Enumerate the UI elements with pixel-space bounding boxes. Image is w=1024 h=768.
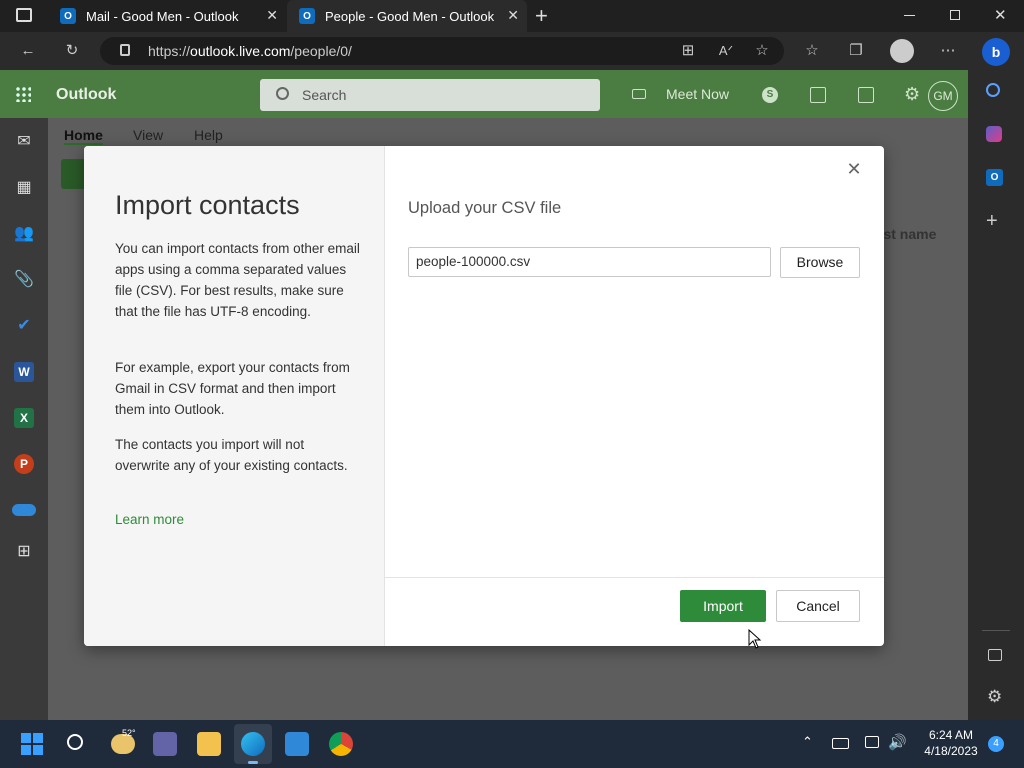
tab-actions-icon[interactable]: [16, 8, 32, 22]
add-favorite-icon[interactable]: ☆: [752, 41, 772, 61]
close-dialog-icon[interactable]: ✕: [845, 160, 863, 178]
store-icon[interactable]: [285, 732, 309, 756]
dialog-title: Import contacts: [115, 190, 300, 220]
tab-people-label: People - Good Men - Outlook: [325, 8, 495, 24]
info-paragraph-3: The contacts you import will not overwri…: [115, 437, 348, 473]
app-available-icon[interactable]: ⊞: [678, 41, 698, 61]
clock-time: 6:24 AM: [928, 728, 974, 742]
start-icon[interactable]: [21, 733, 43, 755]
url-prefix: https://: [148, 43, 191, 59]
settings-icon[interactable]: ⚙: [987, 687, 1002, 707]
bing-icon[interactable]: b: [982, 38, 1010, 66]
new-tab-button[interactable]: +: [535, 3, 548, 29]
search-placeholder: Search: [302, 87, 347, 103]
outlook-search-input[interactable]: Search: [260, 79, 600, 111]
add-sidebar-icon[interactable]: +: [986, 210, 998, 233]
back-icon[interactable]: ←: [18, 41, 38, 61]
column-header-first-name[interactable]: rst name: [878, 226, 936, 242]
people-icon[interactable]: 👥: [14, 224, 34, 244]
search-icon[interactable]: [67, 734, 83, 750]
close-tab-icon[interactable]: ✕: [507, 7, 519, 24]
outlook-favicon-icon: O: [60, 8, 76, 24]
profile-avatar-icon[interactable]: [890, 39, 914, 63]
onedrive-icon[interactable]: [12, 504, 36, 516]
url-host: outlook.live.com: [190, 43, 291, 59]
lock-icon: [120, 44, 130, 56]
app-launcher-icon[interactable]: [15, 86, 31, 102]
minimize-icon[interactable]: [904, 15, 915, 16]
tab-mail[interactable]: O Mail - Good Men - Outlook ✕: [48, 0, 286, 32]
more-options-icon[interactable]: ⋯: [938, 41, 958, 61]
read-aloud-icon[interactable]: Aᐟ: [716, 41, 736, 61]
import-contacts-dialog: Import contacts You can import contacts …: [84, 146, 884, 646]
copilot-icon[interactable]: [986, 126, 1002, 142]
dialog-info-panel: Import contacts You can import contacts …: [84, 146, 385, 646]
mouse-cursor-icon: [748, 629, 762, 649]
windows-taskbar: 52° ⌃ 🔊 4: [0, 720, 1024, 768]
chrome-icon[interactable]: [329, 732, 353, 756]
show-hidden-icons-icon[interactable]: ⌃: [802, 734, 813, 750]
restore-icon[interactable]: [950, 10, 960, 20]
ribbon-tab-help[interactable]: Help: [194, 127, 223, 143]
mail-icon[interactable]: ✉: [14, 132, 34, 152]
tab-people[interactable]: O People - Good Men - Outlook ✕: [287, 0, 527, 32]
tab-mail-label: Mail - Good Men - Outlook: [86, 8, 239, 24]
account-avatar[interactable]: GM: [928, 81, 958, 111]
video-icon[interactable]: [632, 89, 646, 99]
search-icon[interactable]: [986, 83, 1000, 97]
info-paragraph-2: For example, export your contacts from G…: [115, 360, 350, 417]
outlook-app-rail: ✉ ▦ 👥 📎 ✔ W X P ⊞: [0, 118, 48, 720]
calendar-icon[interactable]: ▦: [14, 178, 34, 198]
upload-title: Upload your CSV file: [408, 199, 562, 217]
outlook-app-name[interactable]: Outlook: [56, 86, 116, 104]
skype-icon[interactable]: S: [762, 87, 778, 103]
footer-divider: [385, 577, 884, 578]
volume-icon[interactable]: 🔊: [888, 733, 907, 751]
favorites-icon[interactable]: ☆: [802, 41, 822, 61]
info-paragraph-1: You can import contacts from other email…: [115, 241, 360, 319]
word-icon[interactable]: W: [14, 362, 34, 382]
todo-icon[interactable]: ✔: [14, 316, 34, 336]
hide-sidebar-icon[interactable]: [988, 649, 1002, 661]
weather-temp: 52°: [122, 728, 136, 738]
ribbon-tab-home[interactable]: Home: [64, 127, 103, 145]
system-clock[interactable]: 6:24 AM 4/18/2023: [916, 727, 986, 759]
import-button[interactable]: Import: [680, 590, 766, 622]
my-day-icon[interactable]: [858, 87, 874, 103]
network-icon[interactable]: [865, 736, 879, 748]
notification-badge[interactable]: 4: [988, 736, 1004, 752]
excel-icon[interactable]: X: [14, 408, 34, 428]
office-icon[interactable]: [810, 87, 826, 103]
clock-date: 4/18/2023: [924, 744, 978, 758]
ribbon-tab-view[interactable]: View: [133, 127, 163, 143]
more-apps-icon[interactable]: ⊞: [14, 542, 34, 562]
outlook-sidebar-icon[interactable]: O: [986, 169, 1003, 186]
browser-tab-bar: O Mail - Good Men - Outlook ✕ O People -…: [0, 0, 1024, 32]
url-path: /people/0/: [290, 43, 352, 59]
close-window-icon[interactable]: ✕: [994, 6, 1007, 24]
file-explorer-icon[interactable]: [197, 732, 221, 756]
edge-taskbar-icon[interactable]: [234, 724, 272, 764]
edge-sidebar: b O + ⚙: [968, 32, 1024, 720]
collections-icon[interactable]: ❐: [846, 41, 866, 61]
file-path-field[interactable]: people-100000.csv: [408, 247, 771, 277]
teams-chat-icon[interactable]: [153, 732, 177, 756]
outlook-favicon-icon: O: [299, 8, 315, 24]
outlook-settings-icon[interactable]: ⚙: [904, 84, 920, 105]
close-tab-icon[interactable]: ✕: [266, 7, 278, 24]
browse-button[interactable]: Browse: [780, 247, 860, 278]
sidebar-divider: [982, 630, 1010, 631]
meet-now-label[interactable]: Meet Now: [666, 86, 729, 102]
powerpoint-icon[interactable]: P: [14, 454, 34, 474]
search-icon: [276, 87, 289, 100]
address-toolbar: ← ↻ https://outlook.live.com/people/0/ ⊞…: [0, 32, 968, 70]
keyboard-icon[interactable]: [832, 738, 849, 749]
attachment-icon[interactable]: 📎: [14, 270, 34, 290]
learn-more-link[interactable]: Learn more: [115, 512, 184, 527]
refresh-icon[interactable]: ↻: [62, 41, 82, 61]
cancel-button[interactable]: Cancel: [776, 590, 860, 622]
